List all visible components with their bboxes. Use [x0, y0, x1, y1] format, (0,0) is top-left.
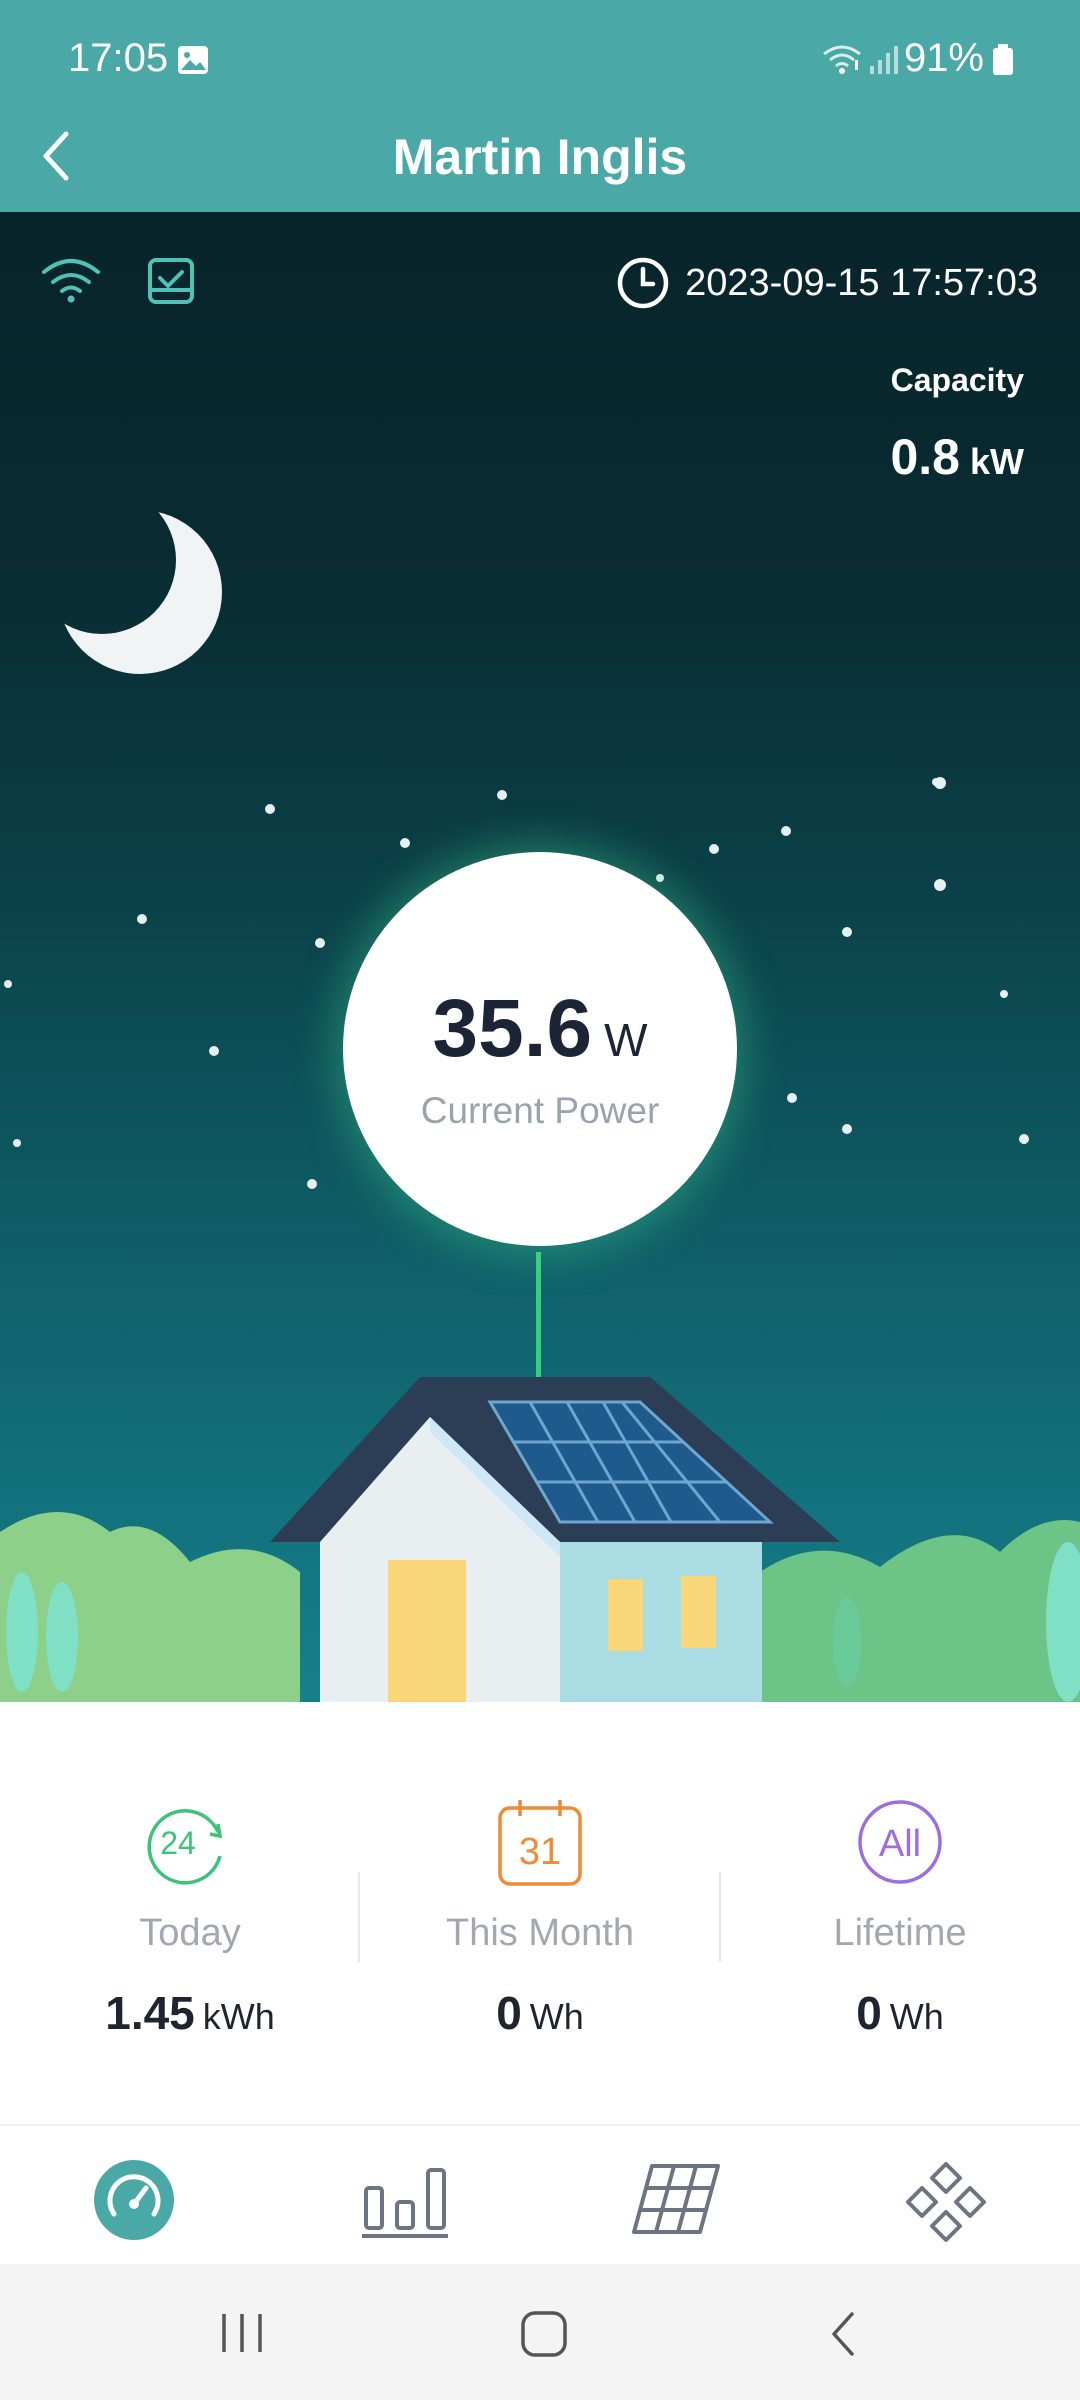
recent-apps-button[interactable] [142, 2264, 342, 2400]
battery-percent: 91% [903, 36, 984, 80]
recent-apps-icon [222, 2314, 262, 2352]
signal-icon [870, 46, 898, 74]
house-illustration [0, 1252, 1080, 1702]
calendar-text: 31 [519, 1831, 561, 1873]
power-scene: 2023-09-15 17:57:03 Capacity 0.8 kW 35.6… [0, 212, 1080, 1702]
clock-24h-text: 24 [160, 1825, 196, 1861]
page-title: Martin Inglis [392, 129, 688, 185]
calendar-icon: 31 [498, 1800, 582, 1886]
stat-today[interactable]: 24 Today 1.45 kWh [10, 1702, 370, 2122]
status-time: 17:05 [68, 36, 169, 80]
stat-today-label: Today [139, 1912, 241, 1954]
system-back-button[interactable] [746, 2264, 946, 2400]
current-power-value: 35.6 W [432, 983, 648, 1074]
dashboard-icon [94, 2160, 174, 2240]
back-icon [832, 2312, 854, 2356]
bottom-tab-bar [0, 2124, 1080, 2264]
gallery-icon [178, 46, 208, 74]
stat-lifetime-value: 0 Wh [856, 1987, 944, 2039]
tab-solar-layout[interactable] [540, 2126, 810, 2266]
status-bar: 17:05 91% [0, 0, 1080, 122]
chart-icon [362, 2168, 448, 2238]
system-nav-bar [0, 2264, 1080, 2400]
stat-month-value: 0 Wh [496, 1987, 584, 2039]
stat-this-month[interactable]: 31 This Month 0 Wh [360, 1702, 720, 2122]
home-icon [521, 2311, 567, 2357]
tab-dashboard[interactable] [0, 2126, 270, 2266]
current-power-label: Current Power [420, 1090, 660, 1131]
solar-panel-icon [632, 2164, 720, 2234]
home-button[interactable] [444, 2264, 644, 2400]
energy-stats: 24 Today 1.45 kWh 31 This Month 0 Wh All L… [0, 1702, 1080, 2122]
stat-month-label: This Month [446, 1912, 634, 1954]
all-text: All [879, 1823, 921, 1865]
all-icon: All [858, 1800, 942, 1884]
devices-icon [906, 2162, 986, 2242]
clock-24h-icon: 24 [147, 1809, 223, 1885]
stat-lifetime-label: Lifetime [833, 1912, 967, 1954]
app-bar: Martin Inglis [0, 122, 1080, 212]
battery-icon [993, 44, 1013, 75]
tab-statistics[interactable] [270, 2126, 540, 2266]
stat-lifetime[interactable]: All Lifetime 0 Wh [720, 1702, 1080, 2122]
stat-today-value: 1.45 kWh [105, 1987, 275, 2039]
tab-devices[interactable] [810, 2126, 1080, 2266]
current-power-circle[interactable]: 35.6 W Current Power [343, 852, 737, 1246]
wifi-status-icon [823, 45, 861, 74]
